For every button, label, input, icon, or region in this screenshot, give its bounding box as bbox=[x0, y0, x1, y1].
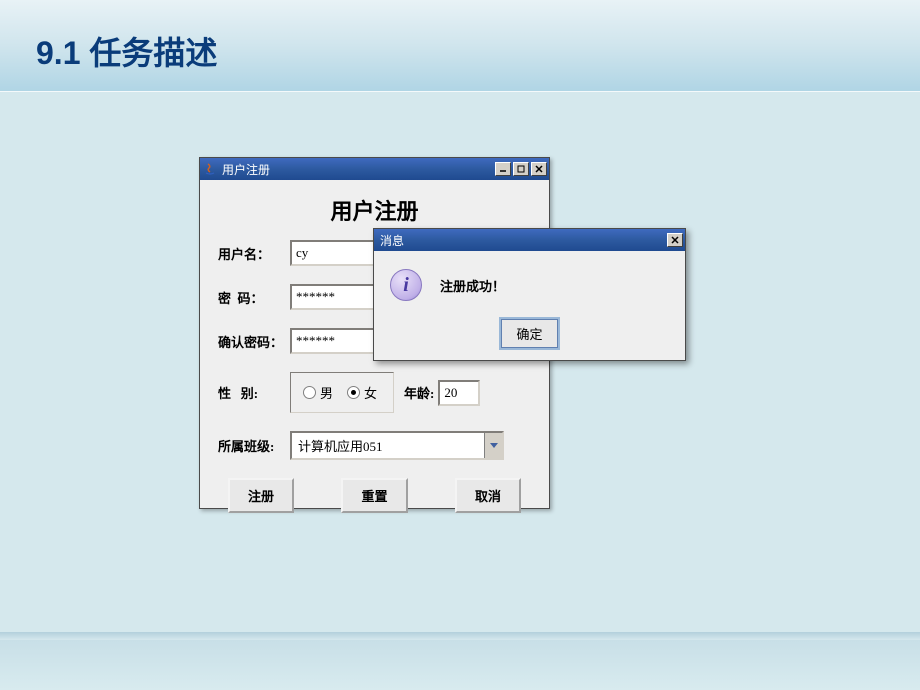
register-button[interactable]: 注册 bbox=[228, 478, 294, 513]
message-dialog: 消息 i 注册成功！ 确定 bbox=[373, 228, 686, 361]
radio-male[interactable]: 男 bbox=[303, 383, 333, 402]
chevron-down-icon bbox=[484, 433, 502, 458]
button-row: 注册 重置 取消 bbox=[218, 478, 531, 513]
window-titlebar[interactable]: 用户注册 bbox=[200, 158, 549, 180]
dialog-message: 注册成功！ bbox=[440, 276, 505, 295]
radio-female-dot bbox=[347, 386, 360, 399]
radio-female[interactable]: 女 bbox=[347, 383, 377, 402]
window-controls bbox=[495, 162, 547, 176]
form-heading: 用户注册 bbox=[218, 194, 531, 226]
dialog-content: i 注册成功！ bbox=[390, 269, 669, 301]
gender-label: 性 别: bbox=[218, 383, 290, 402]
class-select[interactable]: 计算机应用051 bbox=[290, 431, 504, 460]
window-title: 用户注册 bbox=[222, 161, 495, 178]
age-input[interactable] bbox=[438, 380, 480, 406]
radio-female-label: 女 bbox=[364, 383, 377, 402]
gender-box: 男 女 bbox=[290, 372, 394, 413]
dialog-titlebar[interactable]: 消息 bbox=[374, 229, 685, 251]
cancel-button[interactable]: 取消 bbox=[455, 478, 521, 513]
ok-button[interactable]: 确定 bbox=[501, 319, 557, 348]
close-button[interactable] bbox=[531, 162, 547, 176]
gender-age-row: 性 别: 男 女 年龄: bbox=[218, 372, 531, 413]
dialog-title: 消息 bbox=[376, 232, 667, 249]
class-row: 所属班级: 计算机应用051 bbox=[218, 431, 531, 460]
class-select-text: 计算机应用051 bbox=[292, 433, 484, 458]
password-label: 密 码： bbox=[218, 288, 290, 307]
class-label: 所属班级: bbox=[218, 436, 290, 455]
minimize-button[interactable] bbox=[495, 162, 511, 176]
dialog-body: i 注册成功！ 确定 bbox=[374, 251, 685, 360]
maximize-button[interactable] bbox=[513, 162, 529, 176]
confirm-label: 确认密码： bbox=[218, 332, 290, 351]
java-icon bbox=[202, 161, 218, 177]
dialog-button-row: 确定 bbox=[390, 319, 669, 348]
reset-button[interactable]: 重置 bbox=[341, 478, 407, 513]
slide-footer bbox=[0, 640, 920, 690]
dialog-close-button[interactable] bbox=[667, 233, 683, 247]
radio-male-dot bbox=[303, 386, 316, 399]
username-label: 用户名： bbox=[218, 244, 290, 263]
radio-male-label: 男 bbox=[320, 383, 333, 402]
slide-title: 9.1 任务描述 bbox=[36, 28, 217, 74]
age-label: 年龄: bbox=[404, 383, 434, 402]
info-icon: i bbox=[390, 269, 422, 301]
dialog-controls bbox=[667, 233, 683, 247]
